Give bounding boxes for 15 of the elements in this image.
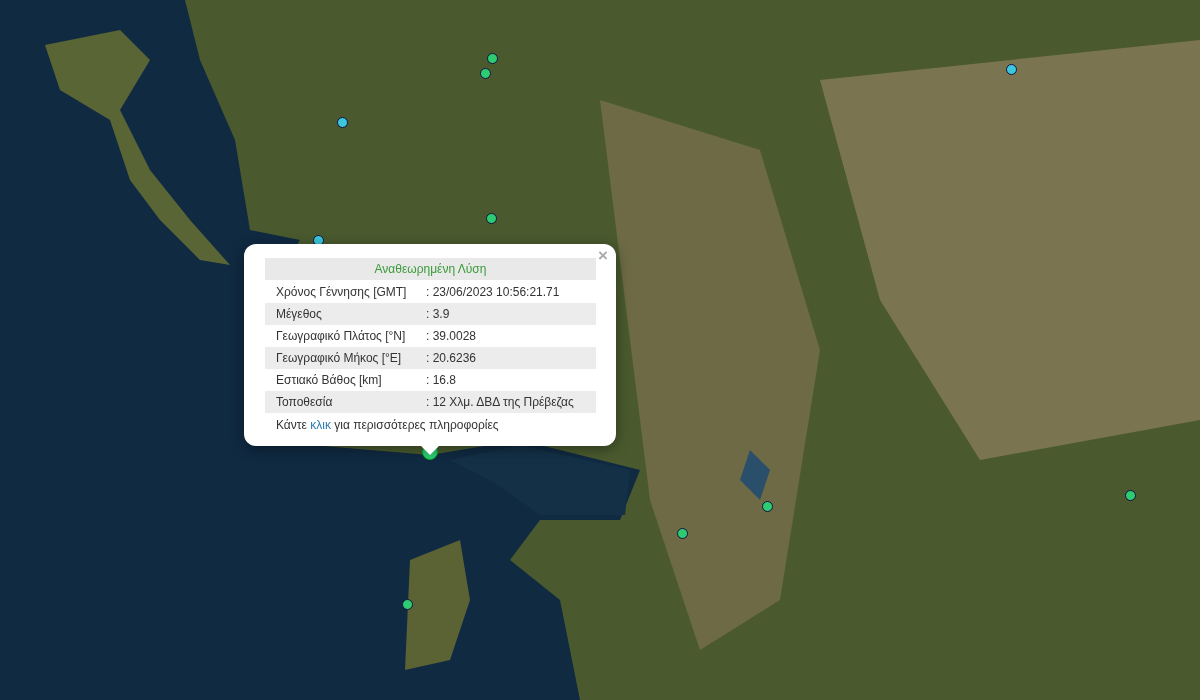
field-label: Εστιακό Βάθος [km]: [276, 372, 383, 389]
field-label: Γεωγραφικό Πλάτος [°N]: [276, 328, 407, 345]
more-info-link[interactable]: κλικ: [310, 418, 331, 432]
popup-title: Αναθεωρημένη Λύση: [265, 258, 596, 280]
field-value: : 23/06/2023 10:56:21.71: [426, 284, 560, 301]
field-value: : 20.6236: [426, 350, 477, 367]
more-info-text: Κάντε κλικ για περισσότερες πληροφορίες: [275, 417, 500, 434]
field-label: Χρόνος Γέννησης [GMT]: [276, 284, 408, 301]
field-label: Μέγεθος: [276, 306, 323, 323]
field-label: Τοποθεσία: [276, 394, 334, 411]
field-value: : 16.8: [426, 372, 457, 389]
field-value: : 12 Χλμ. ΔΒΔ της Πρέβεζας: [426, 394, 574, 411]
field-label: Γεωγραφικό Μήκος [°E]: [276, 350, 403, 367]
field-value: : 3.9: [426, 306, 450, 323]
field-value: : 39.0028: [426, 328, 477, 345]
